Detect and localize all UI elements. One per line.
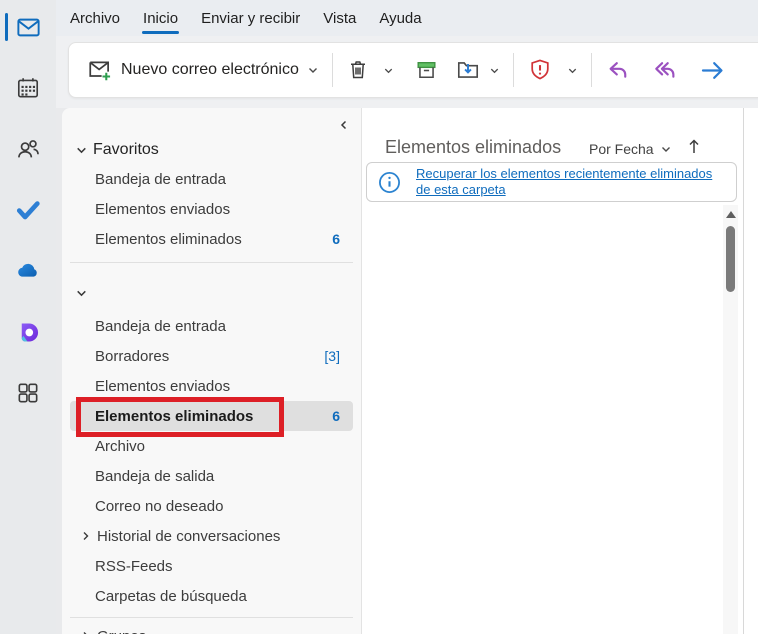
- info-icon: [377, 170, 402, 195]
- chevron-down-icon: [307, 64, 319, 76]
- rail-calendar-button[interactable]: [0, 71, 56, 105]
- folder-item-elementos-eliminados[interactable]: Elementos eliminados 6: [70, 401, 353, 431]
- folder-item-elementos-enviados[interactable]: Elementos enviados: [70, 371, 353, 401]
- archive-button[interactable]: [414, 58, 439, 83]
- reply-icon: [605, 57, 632, 84]
- sort-asc-icon: [687, 137, 701, 156]
- folder-item-historial-de-conversaciones[interactable]: Historial de conversaciones: [70, 521, 353, 551]
- new-mail-label: Nuevo correo electrónico: [121, 61, 299, 79]
- chevron-down-icon: [383, 65, 394, 76]
- move-to-dropdown-chevron[interactable]: [489, 65, 500, 76]
- delete-icon: [346, 58, 370, 82]
- report-dropdown-chevron[interactable]: [567, 65, 578, 76]
- ribbon-divider: [591, 53, 592, 87]
- chevron-left-icon: [338, 119, 350, 131]
- unread-count-badge: 6: [332, 408, 340, 424]
- folder-item-borradores[interactable]: Borradores [3]: [70, 341, 353, 371]
- new-mail-icon: [87, 57, 113, 83]
- favorite-item-elementos-eliminados[interactable]: Elementos eliminados 6: [70, 224, 353, 254]
- rail-onedrive-button[interactable]: [0, 254, 56, 288]
- menu-tab-ayuda[interactable]: Ayuda: [378, 8, 422, 29]
- menu-tab-inicio[interactable]: Inicio: [142, 8, 179, 29]
- recover-items-banner: Recuperar los elementos recientemente el…: [366, 162, 737, 202]
- favorites-list: Bandeja de entrada Elementos enviados El…: [62, 164, 361, 254]
- scrollbar-thumb[interactable]: [726, 226, 735, 292]
- message-list-pane: Elementos eliminados Por Fecha Recuperar…: [362, 108, 743, 634]
- folder-item-bandeja-de-salida[interactable]: Bandeja de salida: [70, 461, 353, 491]
- sort-by-dropdown[interactable]: Por Fecha: [589, 141, 672, 157]
- move-to-button[interactable]: [455, 57, 500, 83]
- favorites-header[interactable]: Favoritos: [62, 136, 361, 164]
- reply-all-icon: [652, 57, 679, 84]
- active-indicator: [5, 13, 8, 41]
- chevron-down-icon: [567, 65, 578, 76]
- apps-icon: [15, 380, 41, 406]
- account-folder-list: Bandeja de entrada Borradores [3] Elemen…: [62, 311, 361, 611]
- rail-apps-button[interactable]: [0, 376, 56, 410]
- ribbon-strip: Nuevo correo electrónico: [56, 36, 758, 108]
- outlook-window: Archivo Inicio Enviar y recibir Vista Ay…: [0, 0, 758, 634]
- sort-by-label: Por Fecha: [589, 141, 654, 157]
- reply-button[interactable]: [605, 57, 632, 84]
- ribbon-divider: [513, 53, 514, 87]
- reading-pane-edge: [743, 108, 758, 634]
- folder-title: Elementos eliminados: [385, 137, 561, 158]
- onedrive-icon: [13, 256, 43, 286]
- item-count-badge: [3]: [324, 348, 340, 364]
- menu-tab-enviar-y-recibir[interactable]: Enviar y recibir: [200, 8, 301, 29]
- favorites-header-label: Favoritos: [93, 141, 159, 159]
- report-icon: [527, 57, 553, 83]
- menu-bar: Archivo Inicio Enviar y recibir Vista Ay…: [56, 0, 758, 36]
- folder-pane: Favoritos Bandeja de entrada Elementos e…: [62, 108, 362, 634]
- archive-icon: [414, 58, 439, 83]
- chevron-down-icon: [489, 65, 500, 76]
- chevron-right-icon: [80, 530, 92, 542]
- folder-item-bandeja-de-entrada[interactable]: Bandeja de entrada: [70, 311, 353, 341]
- folder-item-archivo[interactable]: Archivo: [70, 431, 353, 461]
- app-rail: [0, 0, 56, 634]
- people-icon: [15, 136, 42, 163]
- scroll-up-icon[interactable]: [726, 211, 736, 218]
- chevron-down-icon: [660, 143, 672, 155]
- new-mail-button[interactable]: Nuevo correo electrónico: [87, 57, 319, 83]
- sort-direction-button[interactable]: [687, 137, 701, 161]
- pane-divider: [70, 262, 353, 263]
- rail-loop-button[interactable]: [0, 315, 56, 349]
- folder-item-correo-no-deseado[interactable]: Correo no deseado: [70, 491, 353, 521]
- delete-button[interactable]: [346, 58, 370, 82]
- mail-icon: [15, 14, 42, 41]
- pane-divider: [70, 617, 353, 618]
- chevron-down-icon: [75, 287, 88, 300]
- todo-icon: [14, 196, 42, 224]
- calendar-icon: [15, 75, 41, 101]
- unread-count-badge: 6: [332, 231, 340, 247]
- favorite-item-elementos-enviados[interactable]: Elementos enviados: [70, 194, 353, 224]
- loop-icon: [15, 319, 42, 346]
- report-button[interactable]: [527, 57, 553, 83]
- chevron-right-icon: [80, 630, 92, 634]
- folder-item-grupos[interactable]: Grupos: [70, 624, 353, 634]
- rail-todo-button[interactable]: [0, 193, 56, 227]
- recover-items-link[interactable]: Recuperar los elementos recientemente el…: [416, 166, 716, 198]
- message-list-scrollbar: [723, 205, 738, 634]
- delete-dropdown-chevron[interactable]: [383, 65, 394, 76]
- collapse-pane-button[interactable]: [336, 116, 352, 138]
- menu-tab-archivo[interactable]: Archivo: [69, 8, 121, 29]
- chevron-down-icon: [75, 144, 88, 157]
- ribbon-divider: [332, 53, 333, 87]
- folder-item-carpetas-de-busqueda[interactable]: Carpetas de búsqueda: [70, 581, 353, 611]
- forward-button[interactable]: [699, 57, 726, 84]
- reply-all-button[interactable]: [652, 57, 679, 84]
- new-mail-dropdown-chevron[interactable]: [307, 64, 319, 76]
- account-section-header[interactable]: [62, 281, 361, 305]
- rail-people-button[interactable]: [0, 132, 56, 166]
- ribbon-toolbar: Nuevo correo electrónico: [68, 42, 758, 98]
- content-area: Favoritos Bandeja de entrada Elementos e…: [56, 108, 758, 634]
- favorite-item-bandeja-de-entrada[interactable]: Bandeja de entrada: [70, 164, 353, 194]
- move-icon: [455, 57, 481, 83]
- rail-mail-button[interactable]: [0, 10, 56, 44]
- menu-tab-vista[interactable]: Vista: [322, 8, 357, 29]
- forward-icon: [699, 57, 726, 84]
- folder-item-rss-feeds[interactable]: RSS-Feeds: [70, 551, 353, 581]
